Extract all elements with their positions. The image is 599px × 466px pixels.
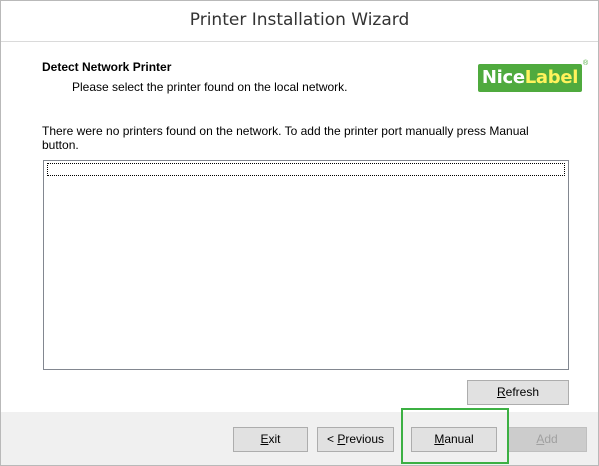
add-label: dd — [544, 432, 558, 446]
logo-text-nice: Nice — [481, 67, 525, 88]
wizard-window: Printer Installation Wizard Detect Netwo… — [0, 0, 599, 466]
logo-registered-mark: ® — [583, 60, 589, 67]
printer-list[interactable] — [43, 160, 569, 370]
wizard-footer: Exit < Previous Manual Add — [1, 412, 598, 465]
window-title: Printer Installation Wizard — [189, 10, 410, 30]
nicelabel-logo: NiceLabel — [478, 64, 582, 92]
manual-label: anual — [444, 432, 474, 446]
refresh-button[interactable]: Refresh — [467, 380, 569, 405]
logo-text-label: Label — [524, 67, 579, 88]
add-button[interactable]: Add — [507, 427, 587, 452]
exit-label: xit — [268, 432, 281, 446]
manual-button[interactable]: Manual — [411, 427, 497, 452]
page-title: Detect Network Printer — [42, 60, 172, 74]
previous-label: revious — [345, 432, 385, 446]
previous-button[interactable]: < Previous — [317, 427, 394, 452]
exit-mnemonic: E — [260, 432, 269, 446]
wizard-content: Detect Network Printer Please select the… — [1, 42, 598, 412]
previous-prefix: < — [326, 432, 338, 446]
page-subtitle: Please select the printer found on the l… — [72, 80, 348, 94]
no-printers-message: There were no printers found on the netw… — [42, 124, 529, 152]
manual-mnemonic: M — [434, 432, 445, 446]
list-focus-rectangle — [47, 163, 565, 176]
title-bar: Printer Installation Wizard — [1, 1, 598, 42]
exit-button[interactable]: Exit — [233, 427, 308, 452]
refresh-mnemonic: R — [496, 385, 506, 399]
refresh-label: efresh — [505, 385, 540, 399]
